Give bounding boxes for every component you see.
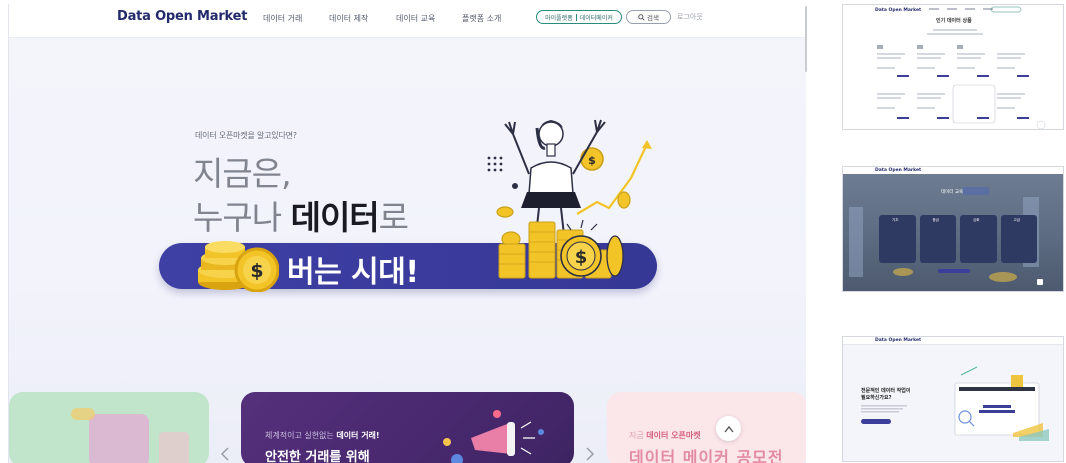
thumbnail-data-maker[interactable]: Data Open Market 전문적인 데이터 작업이 필요하신가요? [842,336,1064,462]
thumb2-up-button[interactable] [1037,279,1043,285]
nav-item-platform-intro[interactable]: 플랫폼 소개 [462,13,501,24]
screenshot-root: Data Open Market 데이터 거래 데이터 제작 데이터 교육 플랫… [0,0,1066,463]
thumb2-card-advanced-label: 심화 [973,218,980,222]
thumb2-more-button[interactable] [938,269,970,273]
thumb1-section-title: 인기 데이터 상품 [936,18,972,24]
site-logo[interactable]: Data Open Market [117,9,247,24]
nav-item-data-education[interactable]: 데이터 교육 [396,13,435,24]
hero-line-2-bold: 데이터 [290,198,380,237]
thumb2-course-cards: 기초 중급 심화 고급 [879,215,1037,263]
hero-line-1: 지금은, [193,154,292,193]
card-center-subtitle: 체계적이고 실현없는 데이터 거래! [265,430,380,441]
thumb2-card-expert-label: 고급 [1013,218,1020,222]
nav-item-data-production[interactable]: 데이터 제작 [329,13,368,24]
search-icon [638,13,645,21]
megaphone-illustration [443,410,544,463]
search-label: 검색 [647,14,659,22]
card-center-subtitle-pre: 체계적이고 실현없는 [265,431,337,440]
logout-link[interactable]: 로그아웃 [677,12,703,22]
thumb2-card-advanced[interactable]: 심화 [960,215,997,263]
nav-item-data-trade[interactable]: 데이터 거래 [263,13,302,24]
thumb1-nav-shape [929,6,1022,13]
page-scrollbar[interactable] [805,6,807,72]
card-right-subtitle: 지금 데이터 오픈마켓 [629,430,701,441]
thumb2-card-basic-label: 기초 [892,218,899,222]
svg-text:$: $ [250,260,263,282]
card-right-subtitle-bold: 데이터 오픈마켓 [646,431,701,440]
pill-divider [575,13,577,21]
carousel-card-left[interactable] [9,392,209,463]
scroll-to-top-button[interactable] [716,416,741,441]
svg-text:$: $ [575,247,588,268]
carousel-next-button[interactable] [585,446,595,463]
data-maker-link[interactable]: 데이터메이커 [580,13,613,22]
thumb2-card-intermediate[interactable]: 중급 [919,215,956,263]
thumb2-card-basic[interactable]: 기초 [879,215,916,263]
thumbnail-popular-products[interactable]: Data Open Market 인기 데이터 상품 [842,4,1064,130]
main-page: Data Open Market 데이터 거래 데이터 제작 데이터 교육 플랫… [8,4,806,463]
hero-banner-text: 버는 시대! [287,255,419,290]
card-right-subtitle-pre: 지금 [629,431,647,440]
card-right-title: 데이터 메이커 공모전 [629,448,784,463]
card-center-title: 안전한 거래를 위해 [265,450,370,463]
chevron-left-icon [220,447,229,461]
thumb1-product-grid [877,29,1046,129]
carousel-card-right[interactable]: 지금 데이터 오픈마켓 데이터 메이커 공모전 [607,392,806,463]
my-platform-link[interactable]: 마이플랫폼 [545,13,573,22]
chevron-right-icon [586,447,595,461]
thumb2-card-intermediate-label: 중급 [932,218,939,222]
coin-stack-icon: $ [198,241,279,292]
hero-subtitle: 데이터 오픈마켓을 알고있다면? [195,131,297,140]
thumb3-illustration [861,366,1049,441]
shopping-bag-illustration [71,408,189,463]
card-center-subtitle-bold: 데이터 거래! [336,431,380,440]
platform-pill-group: 마이플랫폼 데이터메이커 [536,10,622,24]
thumb2-card-expert[interactable]: 고급 [1000,215,1037,263]
svg-text:$: $ [588,154,596,167]
search-button[interactable]: 검색 [626,10,671,24]
thumbnail-data-education[interactable]: Data Open Market 데이터 교육 기초 중급 심화 고급 [842,166,1064,292]
carousel-card-center[interactable]: 체계적이고 실현없는 데이터 거래! 안전한 거래를 위해 [241,392,574,463]
carousel-prev-button[interactable] [220,446,230,463]
hero-illustration-woman-coins: $ $ [487,119,652,279]
hero-line-2-post: 로 [378,198,409,237]
top-navigation: Data Open Market 데이터 거래 데이터 제작 데이터 교육 플랫… [9,4,806,38]
arrow-up-icon [723,425,734,432]
